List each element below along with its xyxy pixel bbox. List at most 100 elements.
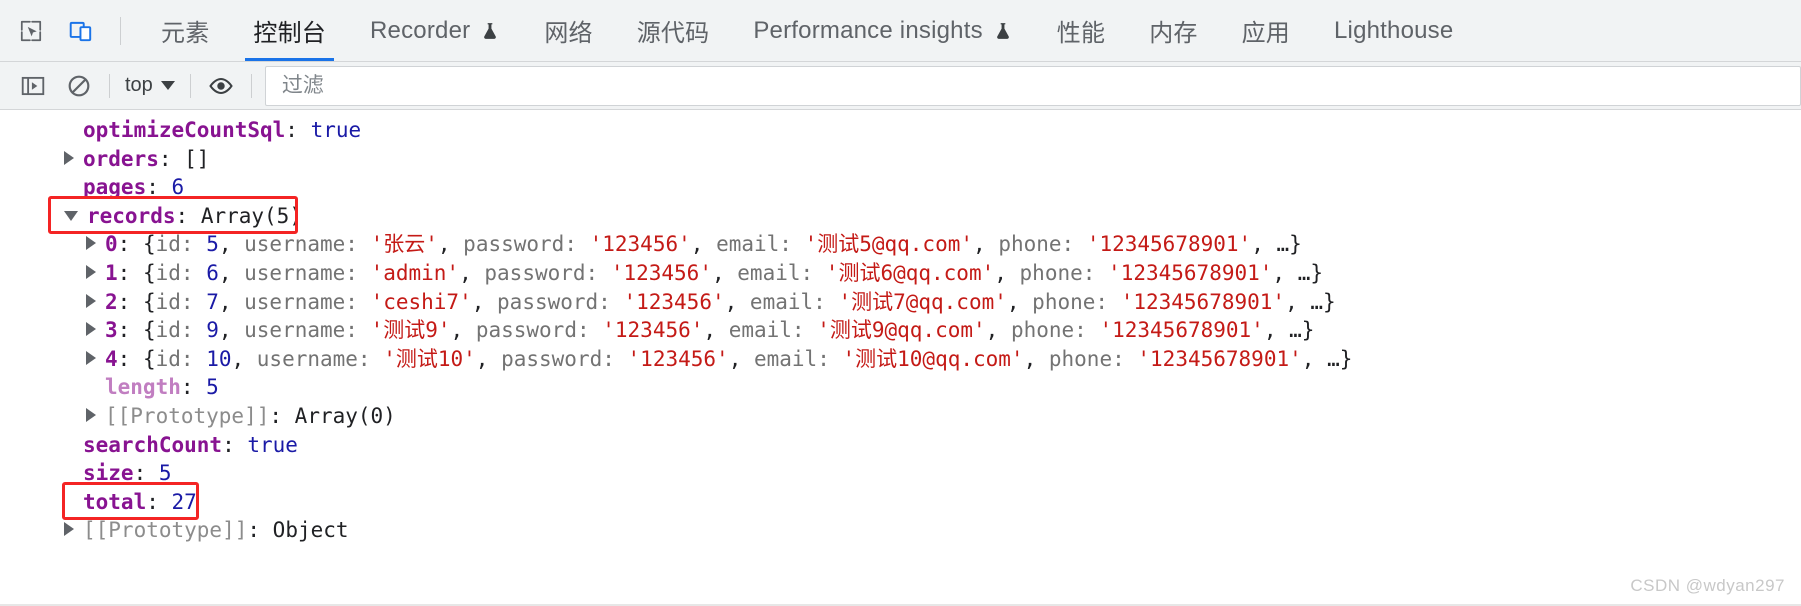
console-line-total[interactable]: total: 27	[0, 488, 1801, 517]
punctuation: :	[117, 346, 143, 371]
console-filter-field[interactable]	[264, 65, 1801, 106]
punctuation: ,	[728, 346, 754, 371]
field-label-id: id:	[155, 232, 207, 257]
punctuation: :	[285, 118, 311, 142]
devtools-tool-icons	[0, 0, 127, 61]
console-line-searchCount[interactable]: searchCount: true	[0, 431, 1801, 460]
punctuation: ,	[724, 289, 750, 314]
console-line-record-1[interactable]: 1: {id: 6, username: 'admin', password: …	[0, 259, 1801, 288]
console-line-records[interactable]: records: Array(5)	[0, 202, 1801, 231]
punctuation: ,	[1006, 289, 1033, 314]
tab-网络[interactable]: 网络	[522, 0, 614, 61]
console-line-record-2[interactable]: 2: {id: 7, username: 'ceshi7', password:…	[0, 288, 1801, 317]
tab-lighthouse[interactable]: Lighthouse	[1312, 0, 1475, 61]
chevron-right-icon[interactable]	[86, 350, 96, 365]
punctuation: ,	[475, 346, 502, 371]
punctuation: ,	[690, 232, 717, 257]
console-line-size[interactable]: size: 5	[0, 459, 1801, 488]
console-line-records-length[interactable]: length: 5	[0, 373, 1801, 402]
chevron-right-icon[interactable]	[86, 236, 96, 251]
clear-console-icon[interactable]	[61, 68, 97, 104]
tab-应用[interactable]: 应用	[1220, 0, 1312, 61]
chevron-right-icon[interactable]	[86, 264, 96, 279]
punctuation: ,	[218, 232, 245, 257]
field-label-phone: phone:	[1010, 318, 1100, 343]
field-value-id: 10	[206, 346, 232, 371]
punctuation: :	[117, 232, 143, 257]
punctuation: ,	[1023, 346, 1049, 371]
chevron-right-icon[interactable]	[86, 293, 96, 308]
tab-内存[interactable]: 内存	[1127, 0, 1219, 61]
console-line-record-0[interactable]: 0: {id: 5, username: '张云', password: '12…	[0, 230, 1801, 259]
field-label-phone: phone:	[1019, 260, 1109, 285]
console-line-record-3[interactable]: 3: {id: 9, username: '测试9', password: '1…	[0, 316, 1801, 345]
field-value-username: '张云'	[370, 232, 438, 257]
property-value: true	[247, 432, 298, 457]
punctuation: ,	[218, 318, 245, 343]
devtools-tabbar: 元素 控制台 Recorder 网络 源代码 Performance insights 性能…	[0, 0, 1801, 62]
punctuation: ,	[994, 260, 1020, 285]
console-line-pages[interactable]: pages: 6	[0, 173, 1801, 202]
execution-context-label: top	[125, 74, 153, 96]
console-line-record-4[interactable]: 4: {id: 10, username: '测试10', password: …	[0, 345, 1801, 374]
tab-label: 应用	[1241, 20, 1290, 47]
property-key: total	[83, 489, 147, 514]
chevron-right-icon[interactable]	[86, 407, 96, 422]
chevron-right-icon[interactable]	[86, 322, 96, 337]
punctuation: {	[142, 260, 156, 285]
property-key: length	[105, 375, 181, 400]
tab-元素[interactable]: 元素	[139, 0, 231, 61]
devtools-tab-list: 元素 控制台 Recorder 网络 源代码 Performance insights 性能…	[139, 0, 1475, 61]
field-value-email: '测试9@qq.com'	[817, 318, 986, 343]
property-key: records	[87, 203, 176, 228]
console-line-optimizeCountSql[interactable]: optimizeCountSql: true	[0, 116, 1801, 145]
property-value: Array(0)	[294, 403, 396, 428]
punctuation: ,	[231, 346, 257, 371]
tab-label: 性能	[1056, 20, 1106, 47]
console-toolbar: top	[0, 62, 1801, 110]
chevron-right-icon[interactable]	[64, 150, 74, 165]
property-value: true	[310, 118, 362, 142]
property-value: 6	[171, 175, 185, 200]
tab-控制台[interactable]: 控制台	[231, 0, 348, 61]
console-line-orders[interactable]: orders: []	[0, 145, 1801, 174]
punctuation: ,	[459, 260, 485, 285]
console-line-root-prototype[interactable]: [[Prototype]]: Object	[0, 516, 1801, 545]
tab-源代码[interactable]: 源代码	[615, 0, 732, 61]
punctuation: ,	[985, 318, 1011, 343]
tab-性能[interactable]: 性能	[1035, 0, 1127, 61]
punctuation: ,	[1285, 289, 1311, 314]
device-toolbar-icon[interactable]	[64, 14, 98, 48]
field-label-username: username:	[244, 289, 371, 314]
field-value-id: 7	[206, 289, 219, 314]
property-key: pages	[83, 175, 147, 200]
field-value-username: '测试10'	[383, 346, 476, 371]
live-expression-icon[interactable]	[203, 68, 239, 104]
console-sidebar-icon[interactable]	[15, 68, 51, 104]
property-key: searchCount	[83, 432, 223, 457]
truncation-ellipsis: …}	[1289, 318, 1315, 343]
field-value-username: 'admin'	[370, 260, 460, 285]
property-key: 0	[105, 232, 118, 257]
field-value-email: '测试10@qq.com'	[842, 346, 1024, 371]
punctuation: ,	[1272, 260, 1298, 285]
toolbar-divider	[109, 73, 110, 98]
punctuation: :	[158, 146, 185, 171]
field-label-phone: phone:	[1032, 289, 1121, 314]
chevron-down-icon[interactable]	[64, 210, 78, 221]
search-input[interactable]	[279, 72, 1800, 99]
chevron-right-icon[interactable]	[64, 522, 74, 537]
truncation-ellipsis: …}	[1276, 232, 1302, 257]
property-key: 2	[105, 289, 118, 314]
execution-context-selector[interactable]: top	[117, 71, 183, 100]
tab-label: Lighthouse	[1334, 16, 1454, 44]
punctuation: :	[117, 289, 143, 314]
field-label-phone: phone:	[1048, 346, 1138, 371]
inspect-element-icon[interactable]	[14, 14, 48, 48]
field-label-id: id:	[155, 346, 207, 371]
property-key: [[Prototype]]	[105, 403, 270, 428]
field-value-email: '测试7@qq.com'	[838, 289, 1007, 314]
tab-recorder[interactable]: Recorder	[348, 0, 522, 61]
console-line-records-prototype[interactable]: [[Prototype]]: Array(0)	[0, 402, 1801, 431]
tab-performance-insights[interactable]: Performance insights	[731, 0, 1034, 61]
